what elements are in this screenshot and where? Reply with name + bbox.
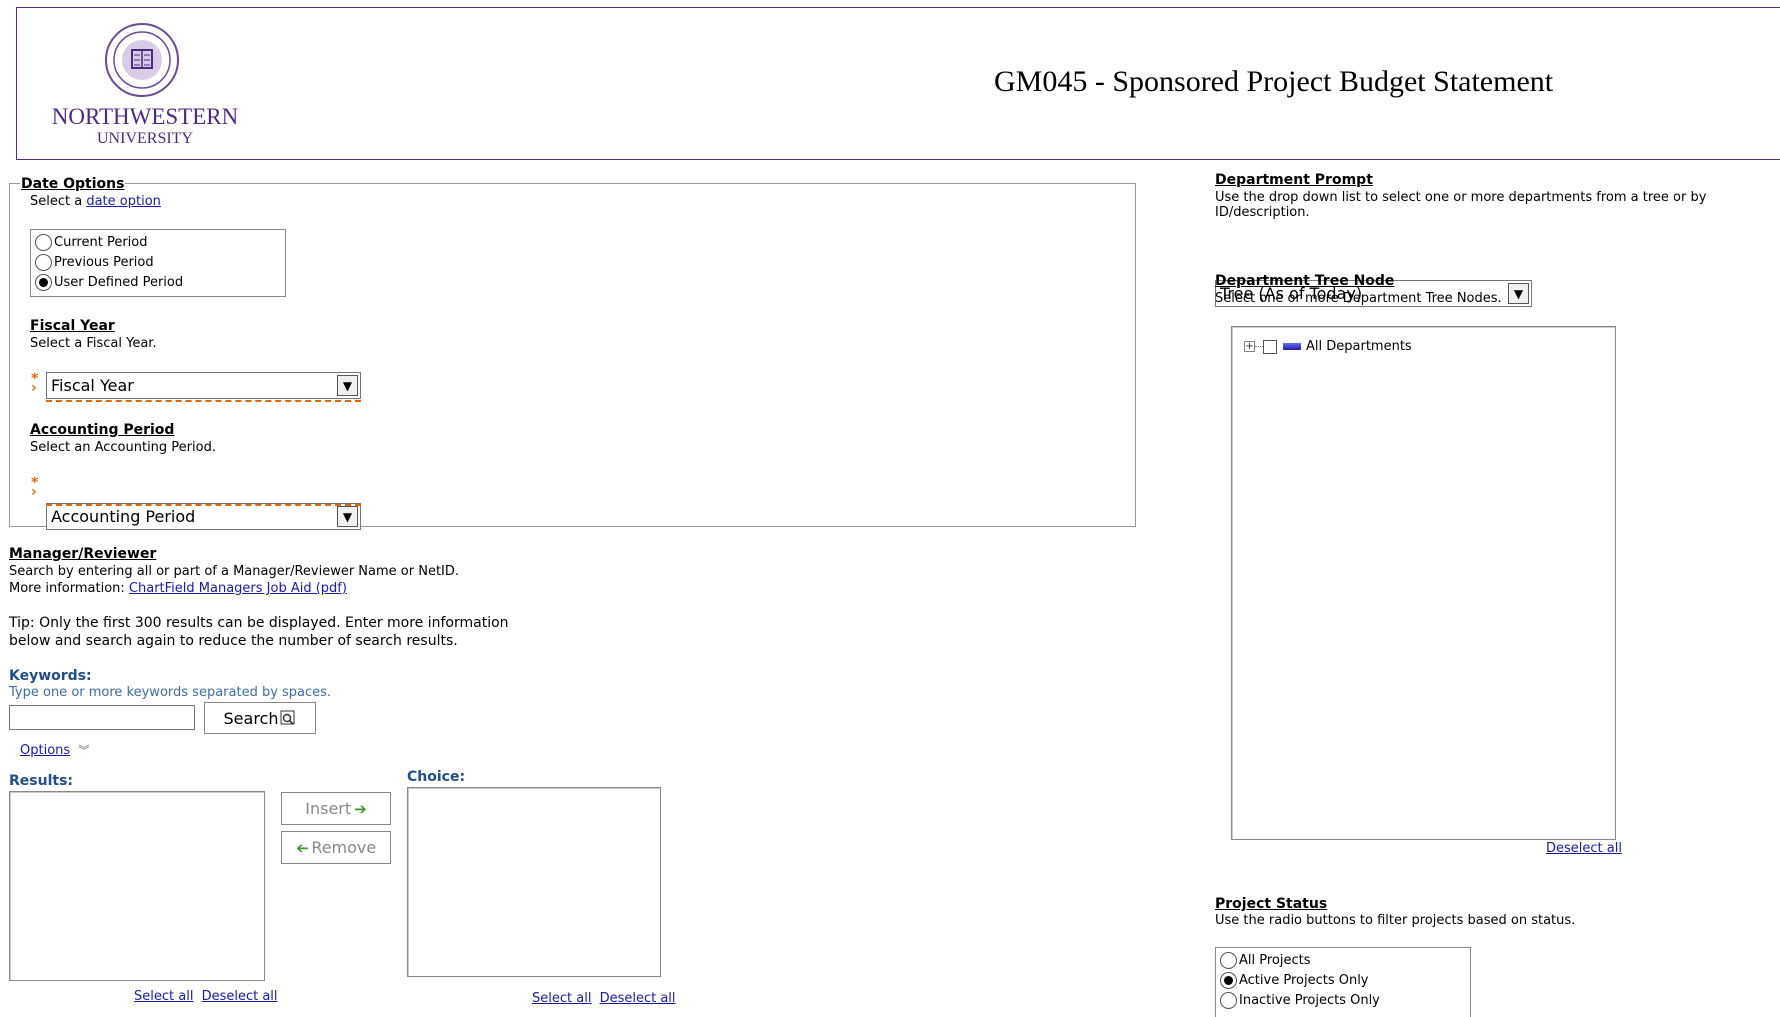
required-underline bbox=[46, 400, 361, 402]
search-tip-line: Tip: Only the first 300 results can be d… bbox=[9, 615, 509, 631]
manager-more-info: More information: ChartField Managers Jo… bbox=[9, 581, 347, 596]
radio-label: All Projects bbox=[1239, 952, 1311, 968]
expand-plus-icon[interactable]: + bbox=[1244, 341, 1255, 352]
accounting-period-instruction: Select an Accounting Period. bbox=[30, 440, 216, 455]
results-select-controls: Select all Deselect all bbox=[134, 989, 278, 1004]
radio-active-projects-only[interactable]: Active Projects Only bbox=[1220, 970, 1466, 990]
radio-button[interactable] bbox=[1220, 971, 1237, 989]
university-seal-icon bbox=[105, 23, 179, 97]
keywords-label: Keywords: bbox=[9, 668, 92, 684]
chevron-down-icon[interactable]: ▼ bbox=[337, 506, 358, 527]
required-indicator-icon: * › bbox=[31, 475, 39, 500]
accounting-period-value: Accounting Period bbox=[51, 507, 196, 526]
radio-user-defined-period[interactable]: User Defined Period bbox=[35, 272, 281, 292]
choice-deselect-all-link[interactable]: Deselect all bbox=[600, 991, 676, 1006]
search-tip-line: below and search again to reduce the num… bbox=[9, 633, 458, 649]
university-name: NORTHWESTERN bbox=[51, 104, 239, 129]
project-status-radio-group: All Projects Active Projects Only Inacti… bbox=[1215, 947, 1471, 1017]
chevron-down-icon[interactable]: ▼ bbox=[337, 375, 358, 396]
results-select-all-link[interactable]: Select all bbox=[134, 989, 193, 1004]
accounting-period-title: Accounting Period bbox=[30, 422, 175, 438]
insert-button-label: Insert bbox=[305, 799, 352, 818]
search-button[interactable]: Search bbox=[204, 702, 316, 734]
options-toggle[interactable]: Options ︾ bbox=[20, 742, 89, 758]
date-options-title: Date Options bbox=[20, 176, 126, 192]
department-prompt-title: Department Prompt bbox=[1215, 172, 1373, 188]
choice-listbox[interactable] bbox=[407, 787, 661, 977]
choice-select-controls: Select all Deselect all bbox=[532, 991, 676, 1006]
radio-all-projects[interactable]: All Projects bbox=[1220, 950, 1466, 970]
folder-icon bbox=[1283, 343, 1301, 350]
department-tree-instruction: Select one or more Department Tree Nodes… bbox=[1215, 291, 1502, 306]
more-info-label: More information: bbox=[9, 581, 125, 596]
search-button-label: Search bbox=[223, 708, 279, 728]
radio-button[interactable] bbox=[35, 273, 52, 291]
fiscal-year-title: Fiscal Year bbox=[30, 318, 115, 334]
radio-inactive-projects-only[interactable]: Inactive Projects Only bbox=[1220, 990, 1466, 1010]
radio-button[interactable] bbox=[1220, 991, 1237, 1009]
double-chevron-down-icon[interactable]: ︾ bbox=[78, 744, 89, 757]
options-link[interactable]: Options bbox=[20, 743, 70, 758]
keywords-hint: Type one or more keywords separated by s… bbox=[9, 685, 332, 700]
radio-current-period[interactable]: Current Period bbox=[35, 232, 281, 252]
results-deselect-all-link[interactable]: Deselect all bbox=[202, 989, 278, 1004]
radio-label: User Defined Period bbox=[54, 274, 184, 290]
report-title: GM045 - Sponsored Project Budget Stateme… bbox=[994, 65, 1554, 98]
manager-reviewer-title: Manager/Reviewer bbox=[9, 546, 157, 562]
tree-node-checkbox[interactable] bbox=[1263, 339, 1277, 354]
search-tip: Tip: Only the first 300 results can be d… bbox=[9, 614, 509, 650]
remove-button[interactable]: ➔ Remove bbox=[281, 831, 391, 864]
radio-label: Active Projects Only bbox=[1239, 972, 1369, 988]
tree-connector bbox=[1255, 346, 1263, 347]
date-options-instruction: Select a date option bbox=[30, 194, 161, 209]
department-tree-title: Department Tree Node bbox=[1215, 273, 1395, 289]
university-logo-text: NORTHWESTERN UNIVERSITY bbox=[30, 104, 260, 148]
radio-button[interactable] bbox=[35, 233, 52, 251]
radio-label: Inactive Projects Only bbox=[1239, 992, 1380, 1008]
department-tree-panel bbox=[1231, 326, 1616, 840]
results-listbox[interactable] bbox=[9, 791, 265, 981]
keywords-input[interactable] bbox=[9, 705, 195, 730]
manager-search-instruction: Search by entering all or part of a Mana… bbox=[9, 564, 460, 579]
tree-node-all-departments[interactable]: + All Departments bbox=[1244, 339, 1412, 354]
required-indicator-icon: * › bbox=[31, 371, 39, 396]
project-status-title: Project Status bbox=[1215, 896, 1328, 912]
date-option-help-link[interactable]: date option bbox=[86, 194, 161, 209]
choice-select-all-link[interactable]: Select all bbox=[532, 991, 591, 1006]
arrow-right-icon: ➔ bbox=[354, 799, 367, 818]
accounting-period-select[interactable]: Accounting Period ▼ bbox=[46, 503, 361, 530]
choice-label: Choice: bbox=[407, 769, 466, 785]
tree-node-label: All Departments bbox=[1306, 339, 1412, 354]
fiscal-year-select[interactable]: Fiscal Year ▼ bbox=[46, 372, 361, 399]
department-tree-deselect-all-link[interactable]: Deselect all bbox=[1546, 841, 1622, 856]
university-subtitle: UNIVERSITY bbox=[97, 130, 193, 147]
radio-button[interactable] bbox=[35, 253, 52, 271]
search-icon bbox=[280, 710, 295, 725]
required-underline bbox=[46, 504, 361, 506]
radio-label: Previous Period bbox=[54, 254, 154, 270]
radio-label: Current Period bbox=[54, 234, 148, 250]
fiscal-year-value: Fiscal Year bbox=[51, 376, 134, 395]
insert-button[interactable]: Insert ➔ bbox=[281, 792, 391, 825]
chartfield-managers-job-aid-link[interactable]: ChartField Managers Job Aid (pdf) bbox=[129, 581, 347, 596]
radio-previous-period[interactable]: Previous Period bbox=[35, 252, 281, 272]
department-prompt-instruction: Use the drop down list to select one or … bbox=[1215, 190, 1707, 220]
results-label: Results: bbox=[9, 773, 73, 789]
fiscal-year-instruction: Select a Fiscal Year. bbox=[30, 336, 157, 351]
radio-button[interactable] bbox=[1220, 951, 1237, 969]
chevron-down-icon[interactable]: ▼ bbox=[1508, 283, 1529, 304]
date-option-radio-group: Current Period Previous Period User Defi… bbox=[30, 229, 286, 297]
project-status-instruction: Use the radio buttons to filter projects… bbox=[1215, 913, 1576, 928]
remove-button-label: Remove bbox=[311, 838, 377, 857]
arrow-left-icon: ➔ bbox=[295, 838, 309, 857]
date-options-instruction-text: Select a bbox=[30, 194, 83, 209]
